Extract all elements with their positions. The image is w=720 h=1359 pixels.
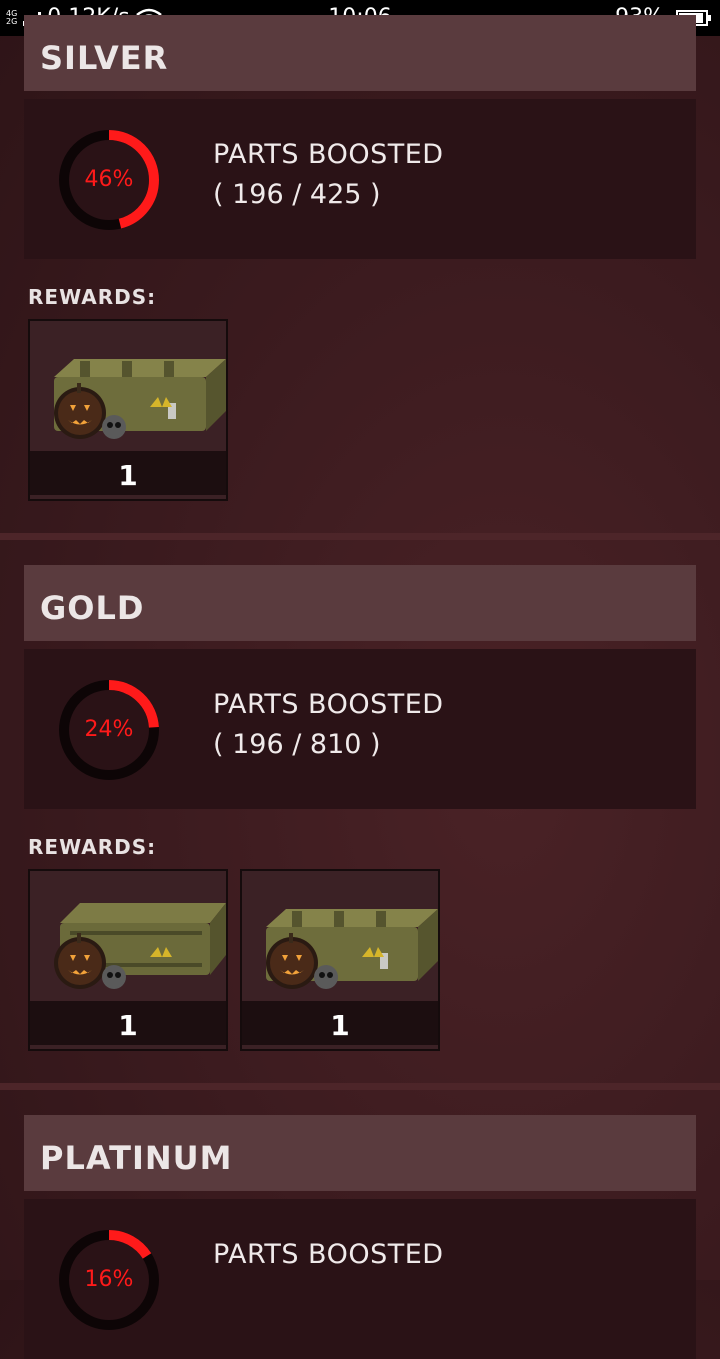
halloween-crate-icon — [54, 359, 226, 439]
parts-boosted-label: PARTS BOOSTED — [213, 139, 444, 170]
tier-title: SILVER — [40, 39, 169, 77]
progress-percent: 46% — [84, 167, 134, 192]
halloween-ammo-crate-icon — [54, 903, 226, 989]
tier-title: GOLD — [40, 589, 145, 627]
parts-boosted-label: PARTS BOOSTED — [213, 689, 444, 720]
halloween-crate-icon — [266, 909, 438, 989]
rewards-label: REWARDS: — [28, 835, 157, 859]
parts-boosted-count: ( 196 / 810 ) — [213, 729, 381, 760]
tier-header: SILVER — [24, 15, 696, 91]
parts-boosted-label: PARTS BOOSTED — [213, 1239, 444, 1270]
tier-title: PLATINUM — [40, 1139, 233, 1177]
progress-panel: 16% PARTS BOOSTED — [24, 1199, 696, 1359]
progress-percent: 16% — [84, 1267, 134, 1292]
reward-item[interactable]: 1 — [28, 319, 228, 501]
section-divider — [0, 533, 720, 540]
section-divider — [0, 1083, 720, 1090]
tier-header: PLATINUM — [24, 1115, 696, 1191]
progress-panel: 46% PARTS BOOSTED ( 196 / 425 ) — [24, 99, 696, 259]
rewards-label: REWARDS: — [28, 285, 157, 309]
tier-header: GOLD — [24, 565, 696, 641]
reward-item[interactable]: 1 — [240, 869, 440, 1051]
reward-item[interactable]: 1 — [28, 869, 228, 1051]
progress-panel: 24% PARTS BOOSTED ( 196 / 810 ) — [24, 649, 696, 809]
reward-quantity: 1 — [242, 1001, 438, 1045]
reward-quantity: 1 — [30, 451, 226, 495]
parts-boosted-count: ( 196 / 425 ) — [213, 179, 381, 210]
progress-percent: 24% — [84, 717, 134, 742]
reward-quantity: 1 — [30, 1001, 226, 1045]
